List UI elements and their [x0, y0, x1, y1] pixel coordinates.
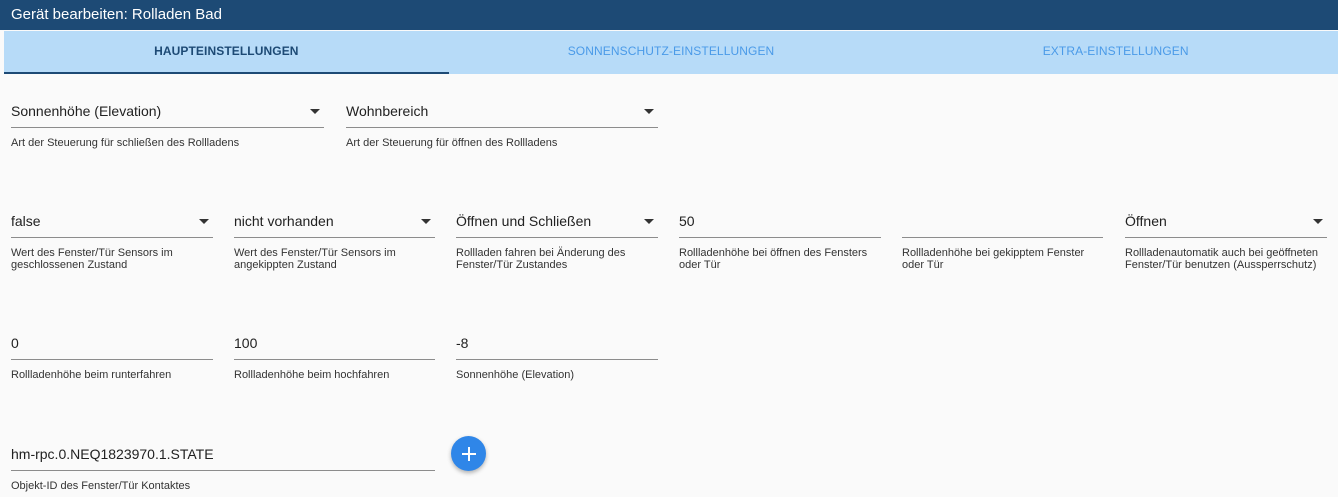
height-window-tilted-input[interactable]: [902, 205, 1103, 238]
sun-elevation-value: -8: [456, 335, 469, 351]
height-down-field[interactable]: 0 Rollladenhöhe beim runterfahren: [11, 327, 213, 381]
sensor-tilted-select[interactable]: nicht vorhanden Wert des Fenster/Tür Sen…: [234, 205, 435, 271]
move-on-change-help: Rollladen fahren bei Änderung des Fenste…: [456, 247, 626, 271]
settings-tab-bar: HAUPTEINSTELLUNGEN SONNENSCHUTZ-EINSTELL…: [4, 31, 1338, 74]
add-object-button[interactable]: [451, 436, 486, 471]
move-on-change-value: Öffnen und Schließen: [456, 213, 592, 229]
dialog-title-bar: Gerät bearbeiten: Rolladen Bad: [0, 0, 1338, 30]
open-control-select[interactable]: Wohnbereich Art der Steuerung für öffnen…: [346, 95, 658, 149]
sensor-tilted-help: Wert des Fenster/Tür Sensors im angekipp…: [234, 247, 396, 271]
height-window-open-value: 50: [679, 213, 695, 229]
lockout-protection-value: Öffnen: [1125, 213, 1167, 229]
height-window-open-input[interactable]: 50: [679, 205, 881, 238]
sun-elevation-help: Sonnenhöhe (Elevation): [456, 369, 575, 381]
dialog-title: Gerät bearbeiten: Rolladen Bad: [11, 6, 222, 23]
move-on-change-select[interactable]: Öffnen und Schließen Rollladen fahren be…: [456, 205, 658, 271]
open-control-value: Wohnbereich: [346, 103, 429, 119]
object-id-help: Objekt-ID des Fenster/Tür Kontaktes: [11, 480, 191, 492]
height-window-open-help: Rollladenhöhe bei öffnen des Fensters od…: [679, 247, 868, 271]
sensor-closed-select[interactable]: false Wert des Fenster/Tür Sensors im ge…: [11, 205, 213, 271]
tab-extra-einstellungen[interactable]: EXTRA-EINSTELLUNGEN: [893, 31, 1338, 74]
dropdown-arrow-icon[interactable]: [310, 109, 320, 114]
open-control-input[interactable]: Wohnbereich: [346, 95, 658, 128]
lockout-protection-select[interactable]: Öffnen Rollladenautomatik auch bei geöff…: [1125, 205, 1327, 271]
height-up-input[interactable]: 100: [234, 327, 435, 360]
lockout-protection-help: Rollladenautomatik auch bei geöffneten F…: [1125, 247, 1319, 271]
height-up-value: 100: [234, 335, 258, 351]
height-window-tilted-help: Rollladenhöhe bei gekipptem Fenster oder…: [902, 247, 1085, 271]
dropdown-arrow-icon[interactable]: [199, 219, 209, 224]
sensor-closed-value: false: [11, 213, 41, 229]
plus-icon: [461, 446, 476, 461]
height-down-input[interactable]: 0: [11, 327, 213, 360]
close-control-help: Art der Steuerung für schließen des Roll…: [11, 137, 240, 149]
height-window-open-field[interactable]: 50 Rollladenhöhe bei öffnen des Fensters…: [679, 205, 881, 271]
height-up-field[interactable]: 100 Rollladenhöhe beim hochfahren: [234, 327, 435, 381]
sun-elevation-input[interactable]: -8: [456, 327, 658, 360]
height-up-help: Rollladenhöhe beim hochfahren: [234, 369, 390, 381]
dropdown-arrow-icon[interactable]: [1313, 219, 1323, 224]
sensor-closed-help: Wert des Fenster/Tür Sensors im geschlos…: [11, 247, 173, 271]
dropdown-arrow-icon[interactable]: [421, 219, 431, 224]
sensor-closed-input[interactable]: false: [11, 205, 213, 238]
sensor-tilted-value: nicht vorhanden: [234, 213, 334, 229]
open-control-help: Art der Steuerung für öffnen des Rolllad…: [346, 137, 558, 149]
object-id-field[interactable]: hm-rpc.0.NEQ1823970.1.STATE Objekt-ID de…: [11, 438, 435, 492]
height-window-tilted-field[interactable]: Rollladenhöhe bei gekipptem Fenster oder…: [902, 205, 1103, 271]
dropdown-arrow-icon[interactable]: [644, 109, 654, 114]
lockout-protection-input[interactable]: Öffnen: [1125, 205, 1327, 238]
close-control-value: Sonnenhöhe (Elevation): [11, 103, 162, 119]
height-down-help: Rollladenhöhe beim runterfahren: [11, 369, 172, 381]
close-control-select[interactable]: Sonnenhöhe (Elevation) Art der Steuerung…: [11, 95, 324, 149]
move-on-change-input[interactable]: Öffnen und Schließen: [456, 205, 658, 238]
object-id-value: hm-rpc.0.NEQ1823970.1.STATE: [11, 446, 214, 462]
tab-haupteinstellungen[interactable]: HAUPTEINSTELLUNGEN: [4, 31, 449, 74]
dropdown-arrow-icon[interactable]: [644, 219, 654, 224]
close-control-input[interactable]: Sonnenhöhe (Elevation): [11, 95, 324, 128]
tab-sonnenschutz-einstellungen[interactable]: SONNENSCHUTZ-EINSTELLUNGEN: [449, 31, 894, 74]
sun-elevation-field[interactable]: -8 Sonnenhöhe (Elevation): [456, 327, 658, 381]
height-down-value: 0: [11, 335, 19, 351]
object-id-input[interactable]: hm-rpc.0.NEQ1823970.1.STATE: [11, 438, 435, 471]
sensor-tilted-input[interactable]: nicht vorhanden: [234, 205, 435, 238]
